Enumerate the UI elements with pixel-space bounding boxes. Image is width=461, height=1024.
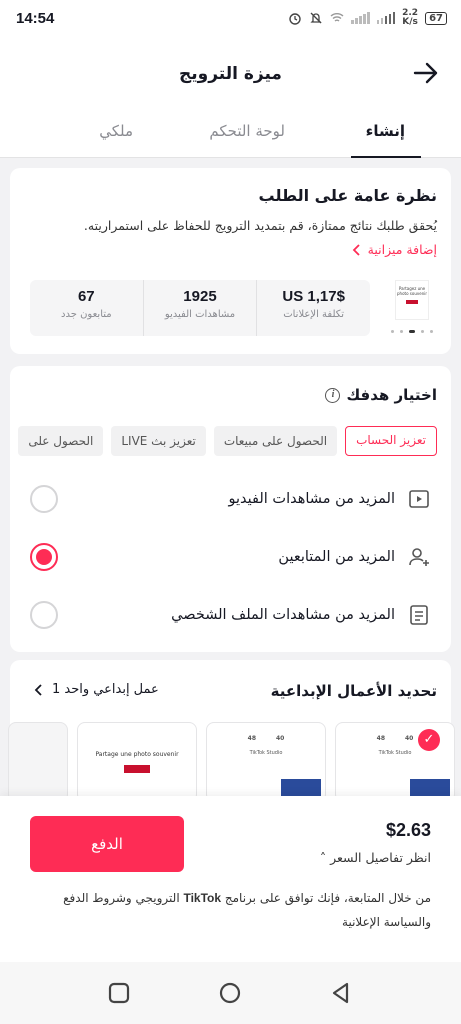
creative-item-photo[interactable]: Partage une photo souvenir — [77, 722, 197, 802]
mute-icon — [310, 12, 322, 24]
status-bar: 14:54 2.2 K/s 67 — [0, 0, 461, 42]
stat-new-followers: 67 متابعون جدد — [30, 280, 143, 336]
stat-label: متابعون جدد — [61, 309, 112, 320]
carousel-dots — [387, 330, 437, 333]
system-nav-bar — [0, 962, 461, 1024]
creatives-selector[interactable]: عمل إبداعي واحد 1 — [34, 682, 159, 697]
battery-icon: 67 — [425, 11, 447, 25]
creative-item[interactable]: 40 48 TikTok Studio — [206, 722, 326, 802]
goal-card: اختيار هدفك i تعزيز الحساب الحصول على مب… — [10, 366, 451, 652]
back-arrow-icon[interactable] — [411, 58, 441, 88]
option-followers[interactable]: المزيد من المتابعين — [10, 537, 451, 577]
stat-video-views: 1925 مشاهدات الفيديو — [142, 280, 257, 336]
video-play-icon — [409, 490, 429, 508]
app-header: ميزة الترويج — [0, 42, 461, 110]
back-icon[interactable] — [330, 982, 352, 1004]
price-details-link[interactable]: انظر تفاصيل السعر ˄ — [320, 850, 431, 865]
status-icons: 2.2 K/s 67 — [288, 9, 447, 27]
creatives-list: 40 48 TikTok Studio ✓ 40 48 TikTok Studio … — [8, 722, 455, 802]
network-speed: 2.2 K/s — [402, 8, 419, 27]
stat-value: US 1,17$ — [282, 288, 345, 305]
chip-boost-live[interactable]: تعزيز بث LIVE — [111, 426, 206, 456]
home-icon[interactable] — [219, 982, 241, 1004]
tab-dashboard[interactable]: لوحة التحكم — [209, 122, 285, 140]
terms-brand[interactable]: TikTok — [183, 891, 221, 905]
check-icon: ✓ — [418, 729, 440, 751]
creatives-card: تحديد الأعمال الإبداعية عمل إبداعي واحد … — [8, 660, 455, 810]
status-time: 14:54 — [16, 10, 55, 27]
option-label: المزيد من مشاهدات الفيديو — [228, 491, 395, 507]
add-budget-label: إضافة ميزانية — [367, 242, 437, 257]
signal-icon — [351, 12, 370, 24]
photo-button — [124, 765, 150, 773]
creative-preview: 40 48 TikTok Studio — [247, 735, 285, 756]
add-user-icon — [409, 548, 429, 566]
stat-value: 1925 — [183, 288, 217, 305]
stat-value: 67 — [77, 288, 95, 305]
chip-boost-account[interactable]: تعزيز الحساب — [345, 426, 437, 456]
signal-2-icon — [376, 12, 396, 24]
creative-item-selected[interactable]: 40 48 TikTok Studio ✓ — [335, 722, 455, 802]
option-video-views[interactable]: المزيد من مشاهدات الفيديو — [10, 479, 451, 519]
radio-button-selected[interactable] — [30, 543, 58, 571]
page-title: ميزة الترويج — [179, 64, 282, 84]
radio-button[interactable] — [30, 485, 58, 513]
add-budget-link[interactable]: إضافة ميزانية — [352, 242, 437, 257]
order-overview-card: نظرة عامة على الطلب يُحقق طلبك نتائج ممت… — [10, 168, 451, 354]
overview-description: يُحقق طلبك نتائج ممتازة، قم بتمديد الترو… — [83, 218, 437, 233]
overview-title: نظرة عامة على الطلب — [258, 186, 437, 205]
stats-panel: US 1,17$ تكلفة الإعلانات 1925 مشاهدات ال… — [30, 280, 370, 336]
goal-title-text: اختيار هدفك — [346, 386, 437, 404]
wifi-icon — [330, 13, 344, 22]
stat-ad-cost: US 1,17$ تكلفة الإعلانات — [256, 280, 370, 336]
chip-get-sales[interactable]: الحصول على مبيعات — [213, 426, 338, 456]
chevron-up-icon: ˄ — [319, 850, 327, 865]
radio-button[interactable] — [30, 601, 58, 629]
profile-document-icon — [410, 605, 428, 625]
recent-apps-icon[interactable] — [108, 982, 130, 1004]
tab-underline — [351, 156, 421, 158]
price-details-label: انظر تفاصيل السعر — [330, 850, 431, 865]
pay-button[interactable]: الدفع — [30, 816, 184, 872]
video-thumbnail[interactable]: Partagez une photo souvenir — [387, 280, 437, 336]
goal-chips: تعزيز الحساب الحصول على مبيعات تعزيز بث … — [0, 426, 437, 456]
info-icon[interactable]: i — [325, 387, 341, 403]
tab-create[interactable]: إنشاء — [366, 122, 405, 140]
tab-bar: إنشاء لوحة التحكم ملكي — [0, 110, 461, 158]
stat-label: مشاهدات الفيديو — [164, 309, 236, 320]
option-label: المزيد من المتابعين — [278, 549, 395, 565]
total-price: $2.63 — [385, 820, 431, 840]
alarm-icon — [289, 13, 301, 25]
creative-item-partial[interactable] — [8, 722, 68, 802]
chip-get-more[interactable]: الحصول على — [18, 426, 104, 456]
thumbnail-image: Partagez une photo souvenir — [395, 280, 429, 320]
option-label: المزيد من مشاهدات الملف الشخصي — [171, 607, 395, 623]
creatives-title: تحديد الأعمال الإبداعية — [270, 682, 437, 700]
chevron-left-icon — [352, 243, 360, 256]
goal-title: اختيار هدفك i — [325, 386, 437, 404]
chevron-left-icon — [34, 683, 42, 696]
terms-text: من خلال المتابعة، فإنك توافق على برنامج … — [20, 886, 431, 934]
creatives-count: عمل إبداعي واحد 1 — [52, 682, 159, 697]
payment-footer: $2.63 انظر تفاصيل السعر ˄ الدفع من خلال … — [0, 796, 461, 962]
terms-part1: من خلال المتابعة، فإنك توافق على برنامج — [221, 891, 431, 905]
photo-caption: Partage une photo souvenir — [95, 751, 179, 758]
stat-label: تكلفة الإعلانات — [283, 309, 345, 320]
option-profile-views[interactable]: المزيد من مشاهدات الملف الشخصي — [10, 595, 451, 635]
tab-mine[interactable]: ملكي — [99, 122, 133, 140]
